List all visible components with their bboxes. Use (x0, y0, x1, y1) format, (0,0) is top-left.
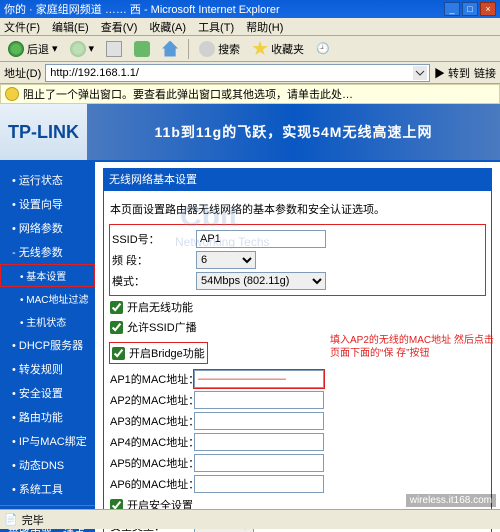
mode-select[interactable]: 54Mbps (802.11g) (196, 272, 326, 290)
panel-title: 无线网络基本设置 (103, 168, 492, 190)
mac-label-0: AP1的MAC地址： (110, 371, 190, 387)
status-text: 完毕 (22, 512, 44, 528)
sidebar-item-0[interactable]: • 运行状态 (0, 168, 95, 192)
search-button[interactable]: 搜索 (195, 39, 244, 59)
enable-ssid-broadcast-checkbox[interactable] (110, 321, 123, 334)
home-button[interactable] (158, 39, 182, 59)
mac-label-1: AP2的MAC地址： (110, 392, 190, 408)
brand-logo: TP-LINK (0, 122, 87, 143)
mac-input-4[interactable] (194, 454, 324, 472)
mac-label-5: AP6的MAC地址： (110, 476, 190, 492)
sidebar-item-4[interactable]: • 基本设置 (0, 264, 95, 287)
sidebar-item-1[interactable]: • 设置向导 (0, 192, 95, 216)
enable-wireless-checkbox[interactable] (110, 301, 123, 314)
sidebar-item-13[interactable]: • 系统工具 (0, 477, 95, 501)
panel-description: 本页面设置路由器无线网络的基本参数和安全认证选项。 (110, 201, 485, 217)
go-button[interactable]: ▶ 转到 (434, 65, 470, 81)
enable-bridge-checkbox[interactable] (112, 347, 125, 360)
enable-wireless-label: 开启无线功能 (127, 299, 193, 315)
minimize-button[interactable]: _ (444, 2, 460, 16)
sidebar: • 运行状态• 设置向导• 网络参数- 无线参数• 基本设置• MAC地址过滤•… (0, 162, 95, 532)
popup-blocked-bar[interactable]: 阻止了一个弹出窗口。要查看此弹出窗口或其他选项，请单击此处… (0, 84, 500, 104)
favorites-button[interactable]: 收藏夹 (248, 39, 308, 59)
history-button[interactable]: 🕘 (312, 40, 334, 57)
channel-label: 频 段： (112, 252, 192, 268)
menu-favorites[interactable]: 收藏(A) (149, 19, 186, 35)
annotation-text: 填入AP2的无线的MAC地址 然后点击页面下面的“保 存”按钮 (330, 334, 500, 360)
maximize-button[interactable]: □ (462, 2, 478, 16)
mac-input-0[interactable] (194, 370, 324, 388)
close-button[interactable]: × (480, 2, 496, 16)
back-icon (8, 41, 24, 57)
address-bar: 地址(D) ▶ 转到 链接 (0, 62, 500, 84)
sidebar-item-11[interactable]: • IP与MAC绑定 (0, 429, 95, 453)
stop-button[interactable] (102, 39, 126, 59)
forward-button[interactable]: ▾ (66, 39, 99, 59)
window-titlebar: 你的 · 家庭组网频道 …… 西 - Microsoft Internet Ex… (0, 0, 500, 18)
mac-input-3[interactable] (194, 433, 324, 451)
mac-label-4: AP5的MAC地址： (110, 455, 190, 471)
mac-input-1[interactable] (194, 391, 324, 409)
sidebar-item-7[interactable]: • DHCP服务器 (0, 333, 95, 357)
basic-settings-highlight: SSID号： 频 段：6 模式：54Mbps (802.11g) (110, 225, 485, 295)
status-bar: 📄 完毕 (0, 509, 500, 529)
menu-tools[interactable]: 工具(T) (198, 19, 234, 35)
star-icon (252, 41, 268, 57)
search-icon (199, 41, 215, 57)
mac-input-5[interactable] (194, 475, 324, 493)
sidebar-item-6[interactable]: • 主机状态 (0, 310, 95, 333)
banner: TP-LINK 11b到11g的飞跃，实现54M无线高速上网 (0, 104, 500, 162)
menu-view[interactable]: 查看(V) (101, 19, 138, 35)
menu-file[interactable]: 文件(F) (4, 19, 40, 35)
enable-bridge-label: 开启Bridge功能 (129, 345, 205, 361)
sidebar-item-3[interactable]: - 无线参数 (0, 240, 95, 264)
address-label: 地址(D) (4, 65, 41, 81)
sidebar-item-12[interactable]: • 动态DNS (0, 453, 95, 477)
status-done-icon: 📄 (4, 513, 18, 526)
refresh-icon (134, 41, 150, 57)
window-title: 你的 · 家庭组网频道 …… 西 - Microsoft Internet Ex… (4, 1, 444, 17)
refresh-button[interactable] (130, 39, 154, 59)
sidebar-item-9[interactable]: • 安全设置 (0, 381, 95, 405)
sidebar-item-10[interactable]: • 路由功能 (0, 405, 95, 429)
sidebar-item-5[interactable]: • MAC地址过滤 (0, 287, 95, 310)
info-icon (5, 87, 19, 101)
channel-select[interactable]: 6 (196, 251, 256, 269)
mac-input-2[interactable] (194, 412, 324, 430)
banner-slogan: 11b到11g的飞跃，实现54M无线高速上网 (87, 104, 500, 160)
site-watermark: wireless.it168.com (406, 494, 496, 507)
home-icon (162, 41, 178, 57)
menu-edit[interactable]: 编辑(E) (52, 19, 89, 35)
sidebar-item-2[interactable]: • 网络参数 (0, 216, 95, 240)
enable-ssid-broadcast-label: 允许SSID广播 (127, 319, 197, 335)
sidebar-item-8[interactable]: • 转发规则 (0, 357, 95, 381)
popup-blocked-text: 阻止了一个弹出窗口。要查看此弹出窗口或其他选项，请单击此处… (23, 86, 353, 102)
forward-icon (70, 41, 86, 57)
mode-label: 模式： (112, 273, 192, 289)
address-input[interactable] (45, 64, 430, 82)
mac-label-3: AP4的MAC地址： (110, 434, 190, 450)
back-button[interactable]: 后退 ▾ (4, 39, 62, 59)
content-area: 无线网络基本设置 本页面设置路由器无线网络的基本参数和安全认证选项。 SSID号… (95, 162, 500, 532)
links-label[interactable]: 链接 (474, 65, 496, 81)
stop-icon (106, 41, 122, 57)
watermark-sub: Networking Techs (175, 235, 270, 249)
mac-label-2: AP3的MAC地址： (110, 413, 190, 429)
toolbar: 后退 ▾ ▾ 搜索 收藏夹 🕘 (0, 36, 500, 62)
menu-bar: 文件(F) 编辑(E) 查看(V) 收藏(A) 工具(T) 帮助(H) (0, 18, 500, 36)
menu-help[interactable]: 帮助(H) (246, 19, 283, 35)
